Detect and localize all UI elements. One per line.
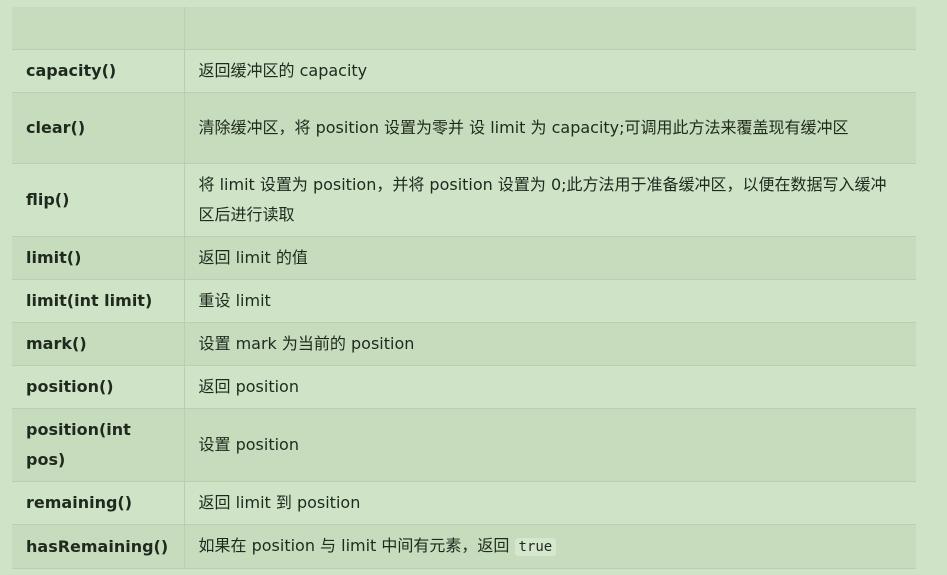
code-true: true	[514, 538, 557, 556]
method-name: limit(int limit)	[12, 279, 185, 323]
method-name: position()	[12, 365, 185, 409]
table-header-row	[12, 7, 916, 50]
method-description: 返回 limit 到 position	[184, 481, 916, 525]
method-name: remaining()	[12, 481, 185, 525]
table-row: position(int pos) 设置 position	[12, 408, 916, 482]
method-description: 返回 limit 的值	[184, 236, 916, 280]
table-row: position() 返回 position	[12, 365, 916, 409]
method-description: 重设 limit	[184, 279, 916, 323]
method-description-text: 如果在 position 与 limit 中间有元素，返回	[198, 536, 515, 555]
method-description: 清除缓冲区，将 position 设置为零并 设 limit 为 capacit…	[184, 92, 916, 164]
method-name: capacity()	[12, 49, 185, 93]
method-table-container: capacity() 返回缓冲区的 capacity clear() 清除缓冲区…	[12, 7, 916, 569]
table-row: clear() 清除缓冲区，将 position 设置为零并 设 limit 为…	[12, 92, 916, 164]
table-row: mark() 设置 mark 为当前的 position	[12, 322, 916, 366]
method-description: 如果在 position 与 limit 中间有元素，返回 true	[184, 524, 916, 569]
method-name: position(int pos)	[12, 408, 185, 482]
method-description: 设置 position	[184, 408, 916, 482]
buffer-methods-table: capacity() 返回缓冲区的 capacity clear() 清除缓冲区…	[12, 7, 916, 569]
table-header-description	[184, 7, 916, 50]
method-name: mark()	[12, 322, 185, 366]
table-row: remaining() 返回 limit 到 position	[12, 481, 916, 525]
method-description: 设置 mark 为当前的 position	[184, 322, 916, 366]
method-description: 返回 position	[184, 365, 916, 409]
table-header-method	[12, 7, 185, 50]
method-name: clear()	[12, 92, 185, 164]
method-description: 返回缓冲区的 capacity	[184, 49, 916, 93]
table-row: hasRemaining() 如果在 position 与 limit 中间有元…	[12, 524, 916, 569]
method-description: 将 limit 设置为 position，并将 position 设置为 0;此…	[184, 163, 916, 237]
table-row: limit(int limit) 重设 limit	[12, 279, 916, 323]
method-name: limit()	[12, 236, 185, 280]
method-name: flip()	[12, 163, 185, 237]
table-row: flip() 将 limit 设置为 position，并将 position …	[12, 163, 916, 237]
method-name: hasRemaining()	[12, 524, 185, 569]
table-row: limit() 返回 limit 的值	[12, 236, 916, 280]
table-row: capacity() 返回缓冲区的 capacity	[12, 49, 916, 93]
